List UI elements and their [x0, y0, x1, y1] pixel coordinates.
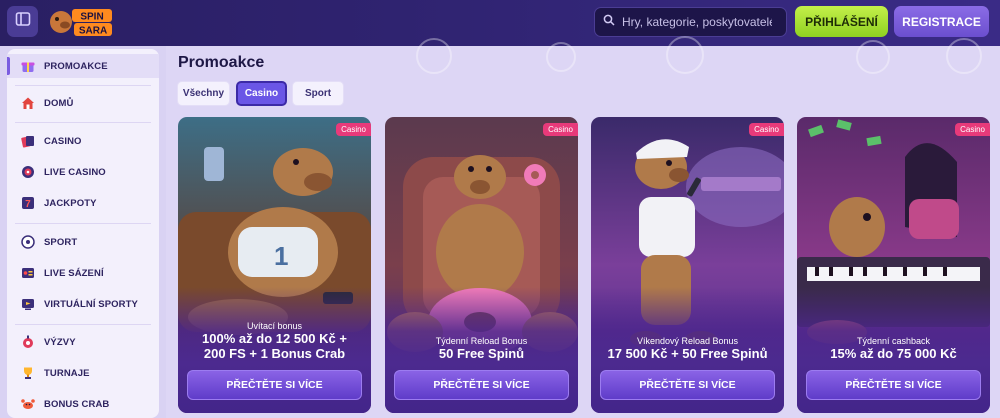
ball-icon [21, 235, 35, 249]
sidebar-toggle-button[interactable] [7, 6, 38, 37]
login-button[interactable]: PŘIHLÁŠENÍ [795, 6, 888, 37]
search-input[interactable] [622, 15, 772, 29]
roulette-icon [21, 165, 35, 179]
sidebar-item-label: VÝZVY [44, 336, 76, 348]
sidebar-item-sport[interactable]: SPORT [7, 230, 159, 254]
top-header: SPIN SARA PŘIHLÁŠENÍ REGISTRACE [0, 0, 1000, 46]
sidebar-item-label: TURNAJE [44, 367, 90, 379]
promo-card-weekly-reload[interactable]: Casino Týdenní Reload Bonus 50 Free Spin… [385, 117, 578, 413]
sidebar-item-promoakce[interactable]: PROMOAKCE [7, 54, 159, 78]
svg-text:SARA: SARA [79, 26, 107, 37]
card-offer-line1: 17 500 Kč + 50 Free Spinů [607, 346, 768, 361]
svg-text:SPIN: SPIN [80, 12, 103, 23]
sidebar-divider [15, 324, 151, 325]
sidebar-divider [15, 85, 151, 86]
promo-card-welcome-bonus[interactable]: 1 Casino Uvítací bonus 100% až do 12 500… [178, 117, 371, 413]
gift-icon [21, 59, 35, 73]
card-category-badge: Casino [955, 123, 990, 136]
tab-label: Všechny [182, 88, 225, 99]
tab-vsechny[interactable]: Všechny [177, 81, 230, 106]
card-category-badge: Casino [749, 123, 784, 136]
sidebar-item-label: PROMOAKCE [44, 60, 108, 72]
card-text: Uvítací bonus 100% až do 12 500 Kč + 200… [178, 321, 371, 361]
register-button[interactable]: REGISTRACE [894, 6, 989, 37]
sidebar-item-domu[interactable]: DOMŮ [7, 91, 159, 115]
background-swirl [416, 38, 452, 74]
cards-icon [21, 134, 35, 148]
read-more-button[interactable]: PŘEČTĚTE SI VÍCE [394, 370, 569, 400]
sidebar-item-vyzvy[interactable]: VÝZVY [7, 330, 159, 354]
background-swirl [546, 42, 576, 72]
tab-sport[interactable]: Sport [292, 81, 344, 106]
card-subtitle: Týdenní Reload Bonus [435, 336, 528, 346]
crab-icon [21, 397, 35, 411]
card-text: Týdenní Reload Bonus 50 Free Spinů [385, 336, 578, 361]
slot-seven-icon: 7 [21, 196, 35, 210]
sidebar-item-label: JACKPOTY [44, 197, 97, 209]
sidebar-divider [15, 223, 151, 224]
sidebar-item-live-casino[interactable]: LIVE CASINO [7, 160, 159, 184]
sidebar: PROMOAKCE DOMŮ CASINO LIVE CASINO 7 JACK… [7, 49, 159, 418]
card-subtitle: Víkendový Reload Bonus [636, 336, 739, 346]
page-title: Promoakce [178, 54, 265, 71]
home-icon [21, 96, 35, 110]
card-subtitle: Týdenní cashback [856, 336, 931, 346]
sidebar-item-label: LIVE SÁZENÍ [44, 267, 104, 279]
tab-label: Casino [244, 88, 279, 99]
sidebar-item-casino[interactable]: CASINO [7, 129, 159, 153]
main-content: Promoakce Všechny Casino Sport 1 Casino … [166, 36, 1000, 418]
sidebar-item-label: CASINO [44, 135, 82, 147]
live-bet-icon [21, 266, 35, 280]
search-box[interactable] [594, 7, 787, 37]
promo-card-weekend-reload[interactable]: Casino Víkendový Reload Bonus 17 500 Kč … [591, 117, 784, 413]
card-offer-line2: 200 FS + 1 Bonus Crab [203, 346, 346, 361]
promo-card-weekly-cashback[interactable]: Casino Týdenní cashback 15% až do 75 000… [797, 117, 990, 413]
card-offer-line1: 50 Free Spinů [438, 346, 525, 361]
read-more-button[interactable]: PŘEČTĚTE SI VÍCE [187, 370, 362, 400]
svg-text:1: 1 [274, 241, 288, 271]
sidebar-item-bonus-crab[interactable]: BONUS CRAB [7, 392, 159, 416]
sidebar-item-virtualni-sporty[interactable]: VIRTUÁLNÍ SPORTY [7, 292, 159, 316]
sidebar-item-label: VIRTUÁLNÍ SPORTY [44, 298, 138, 310]
svg-text:7: 7 [25, 199, 31, 210]
read-more-button[interactable]: PŘEČTĚTE SI VÍCE [806, 370, 981, 400]
virtual-sport-icon [21, 297, 35, 311]
background-swirl [666, 36, 704, 74]
spinsara-logo[interactable]: SPIN SARA [48, 4, 116, 40]
card-subtitle: Uvítací bonus [246, 321, 303, 331]
sidebar-item-live-sazeni[interactable]: LIVE SÁZENÍ [7, 261, 159, 285]
sidebar-item-label: SPORT [44, 236, 78, 248]
background-swirl [946, 38, 982, 74]
card-category-badge: Casino [336, 123, 371, 136]
challenge-icon [21, 335, 35, 349]
sidebar-item-turnaje[interactable]: TURNAJE [7, 361, 159, 385]
sidebar-toggle-icon [15, 11, 31, 32]
sidebar-item-label: LIVE CASINO [44, 166, 106, 178]
card-category-badge: Casino [543, 123, 578, 136]
sidebar-item-jackpoty[interactable]: 7 JACKPOTY [7, 191, 159, 215]
trophy-icon [21, 366, 35, 380]
sidebar-divider [15, 122, 151, 123]
sidebar-item-label: DOMŮ [44, 97, 74, 109]
background-swirl [856, 40, 890, 74]
tab-casino[interactable]: Casino [236, 81, 287, 106]
card-text: Víkendový Reload Bonus 17 500 Kč + 50 Fr… [591, 336, 784, 361]
search-icon [603, 13, 615, 31]
tab-label: Sport [304, 88, 332, 99]
card-text: Týdenní cashback 15% až do 75 000 Kč [797, 336, 990, 361]
sidebar-item-label: BONUS CRAB [44, 398, 110, 410]
card-offer-line1: 15% až do 75 000 Kč [830, 346, 957, 361]
read-more-button[interactable]: PŘEČTĚTE SI VÍCE [600, 370, 775, 400]
card-offer-line1: 100% až do 12 500 Kč + [202, 331, 347, 346]
